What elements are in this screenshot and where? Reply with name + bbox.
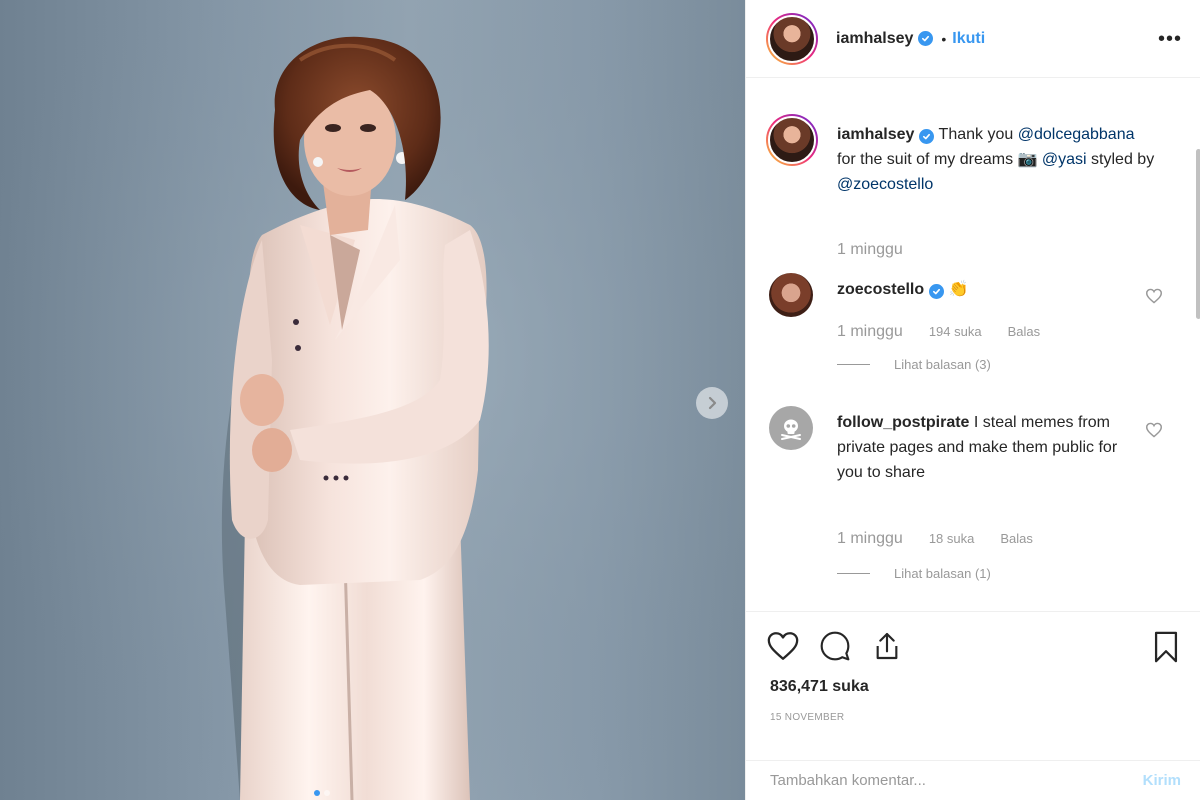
follow-separator: • xyxy=(941,30,947,47)
divider xyxy=(837,364,870,365)
chevron-right-icon xyxy=(708,396,717,410)
carousel-dot xyxy=(314,790,320,796)
comment-timestamp[interactable]: 1 minggu xyxy=(837,323,903,341)
carousel-next-button[interactable] xyxy=(696,387,728,419)
carousel-dot xyxy=(324,790,330,796)
follow-button[interactable]: Ikuti xyxy=(952,30,985,48)
view-replies-label: Lihat balasan (3) xyxy=(894,357,991,372)
verified-badge-icon xyxy=(918,31,934,46)
caption-text-part: for the suit of my dreams xyxy=(837,151,1014,168)
caption-meta: 1 minggu xyxy=(837,241,903,259)
comment-timestamp[interactable]: 1 minggu xyxy=(837,530,903,548)
comment-input[interactable] xyxy=(770,772,1143,789)
mention-link[interactable]: @yasi xyxy=(1042,151,1087,168)
avatar[interactable] xyxy=(769,273,813,317)
view-replies-button[interactable]: Lihat balasan (3) xyxy=(837,357,991,372)
comment-likes[interactable]: 18 suka xyxy=(929,531,975,546)
scrollbar[interactable] xyxy=(1196,149,1200,319)
caption-text-part: Thank you xyxy=(938,126,1014,143)
divider xyxy=(837,573,870,574)
bookmark-icon[interactable] xyxy=(1151,630,1181,669)
post-side-panel: iamhalsey • Ikuti ••• iamhalsey Thank yo… xyxy=(745,0,1200,800)
caption-timestamp[interactable]: 1 minggu xyxy=(837,241,903,259)
post-header: iamhalsey • Ikuti ••• xyxy=(746,0,1200,78)
comment-meta: 1 minggu 194 suka Balas xyxy=(837,323,1040,341)
post-author-username[interactable]: iamhalsey xyxy=(836,30,913,48)
avatar[interactable] xyxy=(766,12,818,65)
caption-text-part: styled by xyxy=(1091,151,1155,168)
share-icon[interactable] xyxy=(870,630,904,667)
caption-text: iamhalsey Thank you @dolcegabbana for th… xyxy=(837,122,1157,197)
carousel-indicator xyxy=(314,790,330,796)
skull-icon xyxy=(781,419,801,440)
portrait-image xyxy=(0,0,745,800)
view-replies-button[interactable]: Lihat balasan (1) xyxy=(837,566,991,581)
caption-username[interactable]: iamhalsey xyxy=(837,126,914,143)
mention-link[interactable]: @zoecostello xyxy=(837,176,933,193)
send-button[interactable]: Kirim xyxy=(1143,772,1181,789)
comment-icon[interactable] xyxy=(818,630,852,667)
comment-text: follow_postpirate I steal memes from pri… xyxy=(837,410,1137,485)
comment-likes[interactable]: 194 suka xyxy=(929,324,982,339)
heart-icon[interactable] xyxy=(766,630,800,667)
avatar[interactable] xyxy=(769,406,813,450)
reply-button[interactable]: Balas xyxy=(1008,324,1041,339)
action-icons xyxy=(766,630,904,667)
camera-emoji: 📷 xyxy=(1017,151,1038,168)
post-actions: 836,471 suka 15 NOVEMBER xyxy=(746,611,1200,737)
mention-link[interactable]: @dolcegabbana xyxy=(1018,126,1135,143)
comments-list[interactable]: iamhalsey Thank you @dolcegabbana for th… xyxy=(746,79,1200,611)
comment-username[interactable]: follow_postpirate xyxy=(837,414,969,431)
caption-avatar[interactable] xyxy=(766,114,818,166)
clapping-emoji: 👏 xyxy=(948,281,969,298)
comment-username[interactable]: zoecostello xyxy=(837,281,924,298)
verified-badge-icon xyxy=(929,284,945,299)
heart-icon[interactable] xyxy=(1145,422,1163,443)
likes-count[interactable]: 836,471 suka xyxy=(770,678,869,696)
more-options-icon[interactable]: ••• xyxy=(1158,28,1182,51)
reply-button[interactable]: Balas xyxy=(1000,531,1033,546)
comment-meta: 1 minggu 18 suka Balas xyxy=(837,530,1033,548)
post-date[interactable]: 15 NOVEMBER xyxy=(770,712,844,723)
add-comment-bar: Kirim xyxy=(746,760,1200,800)
comment-text: zoecostello 👏 xyxy=(837,277,1157,302)
view-replies-label: Lihat balasan (1) xyxy=(894,566,991,581)
heart-icon[interactable] xyxy=(1145,288,1163,309)
verified-badge-icon xyxy=(919,129,935,144)
post-photo[interactable] xyxy=(0,0,745,800)
